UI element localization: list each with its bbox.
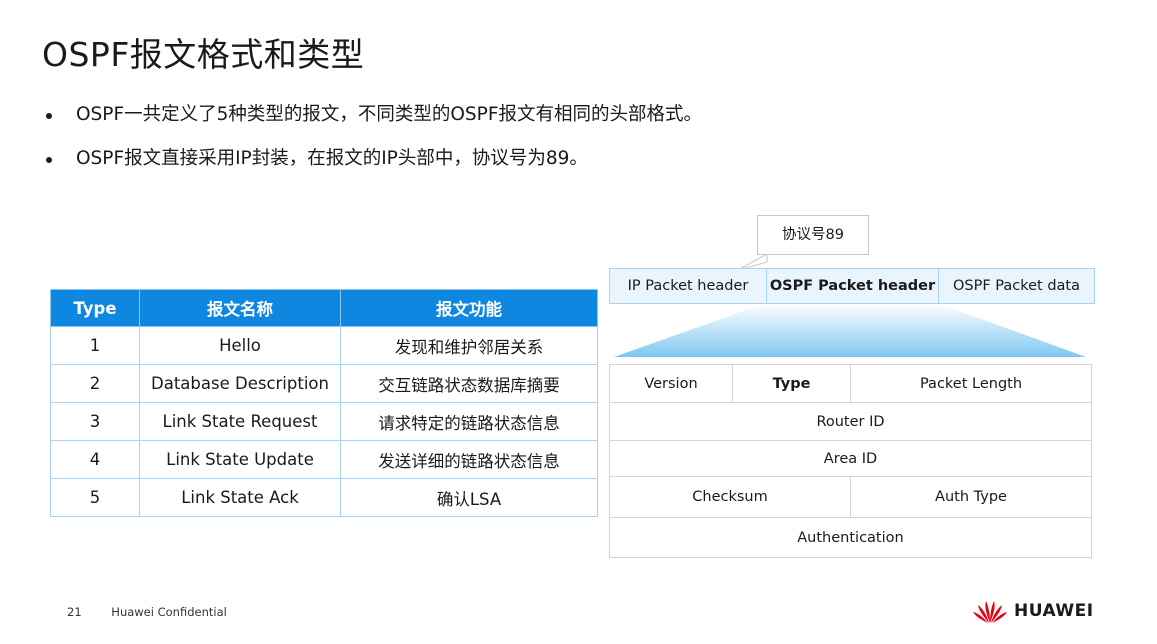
huawei-flower-icon (973, 601, 1007, 623)
confidential-label: Huawei Confidential (111, 605, 227, 619)
bullet-text: OSPF一共定义了5种类型的报文，不同类型的OSPF报文有相同的头部格式。 (76, 104, 702, 125)
cell-type: 4 (50, 440, 140, 479)
page-number: 21 (67, 605, 82, 619)
ip-packet-header: IP Packet header (610, 269, 767, 303)
cell-function: 交互链路状态数据库摘要 (340, 364, 598, 403)
field-area-id: Area ID (609, 440, 1092, 477)
packet-type-table: Type 报文名称 报文功能 1 Hello 发现和维护邻居关系 2 Datab… (50, 289, 598, 517)
bullet-text: OSPF报文直接采用IP封装，在报文的IP头部中，协议号为89。 (76, 148, 588, 169)
cell-type: 3 (50, 402, 140, 441)
table-row: 2 Database Description 交互链路状态数据库摘要 (50, 364, 598, 403)
ip-packet-bar: IP Packet header OSPF Packet header OSPF… (609, 268, 1095, 304)
table-row: 5 Link State Ack 确认LSA (50, 478, 598, 517)
protocol-callout: 协议号89 (757, 215, 869, 255)
cell-name: Link State Update (139, 440, 341, 479)
header-row: Checksum Auth Type (609, 476, 1092, 518)
cell-type: 1 (50, 326, 140, 365)
header-row: Area ID (609, 440, 1092, 477)
expansion-funnel (614, 303, 1086, 357)
header-row: Authentication (609, 517, 1092, 558)
header-type: Type (50, 289, 140, 327)
field-type: Type (732, 364, 851, 403)
bullet-dot (46, 113, 52, 119)
huawei-wordmark: HUAWEI (1014, 601, 1094, 621)
ospf-header-format: Version Type Packet Length Router ID Are… (609, 364, 1092, 558)
cell-name: Link State Request (139, 402, 341, 441)
page-title: OSPF报文格式和类型 (42, 35, 365, 74)
table-header-row: Type 报文名称 报文功能 (50, 289, 598, 327)
bullet-item: OSPF一共定义了5种类型的报文，不同类型的OSPF报文有相同的头部格式。 (44, 100, 702, 144)
footer: 21 Huawei Confidential (67, 605, 227, 619)
cell-function: 确认LSA (340, 478, 598, 517)
field-packet-length: Packet Length (850, 364, 1092, 403)
table-row: 4 Link State Update 发送详细的链路状态信息 (50, 440, 598, 479)
bullet-dot (46, 157, 52, 163)
cell-function: 请求特定的链路状态信息 (340, 402, 598, 441)
cell-type: 2 (50, 364, 140, 403)
cell-name: Hello (139, 326, 341, 365)
cell-name: Link State Ack (139, 478, 341, 517)
field-router-id: Router ID (609, 402, 1092, 441)
header-name: 报文名称 (139, 289, 341, 327)
huawei-logo: HUAWEI (972, 598, 1094, 624)
cell-type: 5 (50, 478, 140, 517)
ospf-packet-data: OSPF Packet data (952, 278, 1081, 294)
header-row: Router ID (609, 402, 1092, 441)
field-authentication: Authentication (609, 517, 1092, 558)
table-row: 3 Link State Request 请求特定的链路状态信息 (50, 402, 598, 441)
field-version: Version (609, 364, 733, 403)
table-row: 1 Hello 发现和维护邻居关系 (50, 326, 598, 365)
bullet-list: OSPF一共定义了5种类型的报文，不同类型的OSPF报文有相同的头部格式。 OS… (44, 100, 702, 188)
cell-name: Database Description (139, 364, 341, 403)
cell-function: 发送详细的链路状态信息 (340, 440, 598, 479)
header-function: 报文功能 (340, 289, 598, 327)
field-checksum: Checksum (609, 476, 851, 518)
field-auth-type: Auth Type (850, 476, 1092, 518)
ospf-packet-header: OSPF Packet header (767, 269, 939, 303)
header-row: Version Type Packet Length (609, 364, 1092, 403)
cell-function: 发现和维护邻居关系 (340, 326, 598, 365)
bullet-item: OSPF报文直接采用IP封装，在报文的IP头部中，协议号为89。 (44, 144, 702, 188)
